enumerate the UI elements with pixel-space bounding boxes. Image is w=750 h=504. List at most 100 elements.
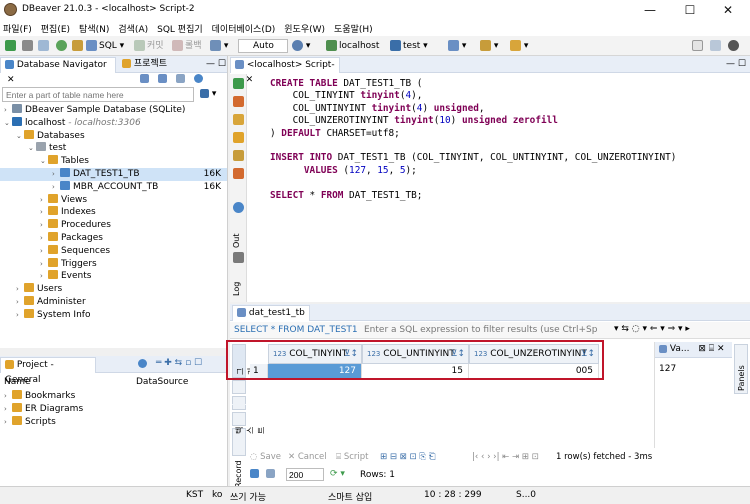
collapse-icon[interactable] bbox=[176, 74, 185, 84]
project-toolbar-icons[interactable]: ═ ✚ ⇆ ▫ ☐ bbox=[156, 358, 202, 368]
twisty-icon[interactable]: › bbox=[52, 168, 60, 181]
menu-window[interactable]: 윈도우(W) bbox=[284, 22, 325, 35]
tree-item[interactable]: › Procedures bbox=[0, 219, 227, 232]
result-filter-input[interactable]: Enter a SQL expression to filter results… bbox=[364, 325, 597, 335]
menu-file[interactable]: 파일(F) bbox=[3, 22, 32, 35]
sql-editor-button[interactable]: SQL ▾ bbox=[86, 39, 124, 53]
sql-format-icon[interactable]: ▾ bbox=[448, 39, 466, 53]
panels-tab[interactable]: Panels bbox=[734, 344, 748, 394]
tree-item[interactable]: › System Info bbox=[0, 308, 227, 322]
save-button[interactable]: ◌ Save bbox=[250, 452, 281, 462]
twisty-icon[interactable]: › bbox=[40, 232, 48, 245]
twisty-icon[interactable]: › bbox=[40, 194, 48, 207]
fetch-next-icon[interactable] bbox=[266, 469, 275, 479]
project-item-scripts[interactable]: › Scripts bbox=[0, 416, 227, 429]
commit-button[interactable]: 커밋 bbox=[134, 39, 164, 53]
connect-icon[interactable] bbox=[22, 39, 33, 53]
tree-item[interactable]: › DBeaver Sample Database (SQLite) bbox=[0, 104, 227, 117]
twisty-icon[interactable]: › bbox=[40, 270, 48, 283]
sql-code[interactable]: CREATE TABLE DAT_TEST1_TB ( COL_TINYINT … bbox=[270, 78, 676, 202]
tree-item[interactable]: › Views bbox=[0, 193, 227, 207]
tree-item[interactable]: ⌄ Tables bbox=[0, 155, 227, 168]
project-item-bookmarks[interactable]: › Bookmarks bbox=[0, 390, 227, 403]
tree-item[interactable]: › Sequences bbox=[0, 244, 227, 258]
filter-funnel-icon[interactable]: ▾ bbox=[200, 89, 216, 99]
cancel-button[interactable]: ✕ Cancel bbox=[288, 452, 327, 462]
twisty-icon[interactable]: › bbox=[16, 309, 24, 322]
new-folder-icon[interactable] bbox=[140, 74, 149, 84]
tab-result-dat-test1-tb[interactable]: dat_test1_tb 1 bbox=[232, 305, 310, 333]
log-tab[interactable]: Log bbox=[232, 282, 241, 296]
code-line[interactable]: SELECT * FROM DAT_TEST1_TB; bbox=[270, 190, 676, 202]
tree-item[interactable]: › Users bbox=[0, 283, 227, 296]
perspective-icon[interactable] bbox=[710, 39, 721, 53]
new-connection-icon[interactable] bbox=[5, 39, 16, 53]
transaction-icon[interactable] bbox=[72, 39, 83, 53]
close-button[interactable]: ✕ bbox=[708, 2, 748, 18]
export-icon[interactable] bbox=[233, 168, 244, 179]
tools-icon[interactable]: ▾ bbox=[480, 39, 498, 53]
value-panel-content[interactable]: 127 bbox=[655, 358, 732, 380]
execute-icon[interactable] bbox=[233, 78, 244, 89]
twisty-icon[interactable]: › bbox=[4, 104, 12, 117]
schema-selector[interactable]: test ▾ bbox=[390, 39, 428, 53]
minimize-panel-icon[interactable]: — ☐ bbox=[206, 59, 226, 69]
twisty-icon[interactable]: › bbox=[40, 219, 48, 232]
table-filter-input[interactable] bbox=[2, 87, 194, 102]
navigation-icons[interactable]: |‹ ‹ › ›| ⇤ ⇥ ⊞ ⊡ bbox=[472, 452, 539, 462]
text-view-tab[interactable]: 텍스트 bbox=[232, 402, 266, 436]
datasource-selector[interactable]: localhost bbox=[326, 39, 379, 53]
code-line[interactable]: ) DEFAULT CHARSET=utf8; bbox=[270, 128, 676, 140]
value-panel-tab[interactable]: Va... ⊠ ⌸ ✕ bbox=[655, 342, 732, 358]
code-line[interactable] bbox=[270, 177, 676, 189]
tree-item[interactable]: › Triggers bbox=[0, 257, 227, 271]
project-settings-icon[interactable] bbox=[138, 359, 147, 369]
export-icon[interactable] bbox=[250, 469, 259, 479]
tree-item[interactable]: › Events bbox=[0, 270, 227, 283]
search-icon[interactable] bbox=[692, 39, 703, 53]
menu-navigate[interactable]: 탐색(N) bbox=[79, 22, 109, 35]
twisty-icon[interactable]: › bbox=[16, 296, 24, 309]
maximize-button[interactable]: ☐ bbox=[670, 2, 710, 18]
settings-icon[interactable] bbox=[233, 202, 244, 213]
execute-script-icon[interactable] bbox=[233, 96, 244, 107]
tree-item[interactable]: ⌄ localhost - localhost:3306 bbox=[0, 116, 227, 130]
menu-edit[interactable]: 편집(E) bbox=[41, 22, 70, 35]
tree-item[interactable]: › DAT_TEST1_TB 16K bbox=[0, 168, 227, 181]
menu-help[interactable]: 도움말(H) bbox=[334, 22, 373, 35]
menu-database[interactable]: 데이터베이스(D) bbox=[212, 22, 276, 35]
tree-item[interactable]: › MBR_ACCOUNT_TB 16K bbox=[0, 180, 227, 194]
grid-layout-icon[interactable] bbox=[232, 380, 246, 394]
history-icon[interactable]: ▾ bbox=[292, 39, 310, 53]
tree-item[interactable]: › Indexes bbox=[0, 206, 227, 219]
load-icon[interactable] bbox=[233, 150, 244, 161]
tab-database-navigator[interactable]: Database Navigator ✕ bbox=[0, 57, 116, 85]
code-line[interactable]: CREATE TABLE DAT_TEST1_TB ( bbox=[270, 78, 676, 90]
twisty-icon[interactable]: › bbox=[40, 206, 48, 219]
transaction-mode-select[interactable]: Auto bbox=[238, 39, 288, 53]
refresh-icon[interactable]: ⟳ ▾ bbox=[330, 469, 345, 479]
code-line[interactable]: COL_UNTINYINT tinyint(4) unsigned, bbox=[270, 103, 676, 115]
filter-tools-icons[interactable]: ▾ ⇆ ◌ ▾ ⇐ ▾ ⇒ ▾ ▸ bbox=[614, 324, 690, 334]
twisty-icon[interactable]: ⌄ bbox=[40, 155, 48, 168]
refresh-icon[interactable] bbox=[56, 39, 67, 53]
script-button[interactable]: ⌸ Script bbox=[336, 452, 368, 462]
twisty-icon[interactable]: › bbox=[52, 181, 60, 194]
account-avatar[interactable] bbox=[728, 39, 739, 53]
maximize-editor-icon[interactable]: — ☐ bbox=[726, 59, 746, 69]
twisty-icon[interactable]: › bbox=[40, 258, 48, 271]
disconnect-icon[interactable] bbox=[38, 39, 49, 53]
query-preview[interactable]: SELECT * FROM DAT_TEST1 bbox=[234, 325, 358, 335]
value-panel-toolbar[interactable]: ⊠ ⌸ ✕ bbox=[698, 344, 724, 354]
code-line[interactable]: VALUES (127, 15, 5); bbox=[270, 165, 676, 177]
link-icon[interactable] bbox=[158, 74, 167, 84]
twisty-icon[interactable]: ⌄ bbox=[16, 130, 24, 143]
tree-item[interactable]: › Packages bbox=[0, 232, 227, 245]
minimize-button[interactable]: — bbox=[630, 2, 670, 18]
fetch-size-input[interactable] bbox=[286, 468, 324, 481]
tab-project[interactable]: 프로젝트 bbox=[118, 57, 188, 73]
output-tab[interactable]: Out bbox=[232, 233, 241, 248]
explain-icon[interactable] bbox=[233, 132, 244, 143]
twisty-icon[interactable]: ⌄ bbox=[28, 142, 36, 155]
code-line[interactable] bbox=[270, 140, 676, 152]
